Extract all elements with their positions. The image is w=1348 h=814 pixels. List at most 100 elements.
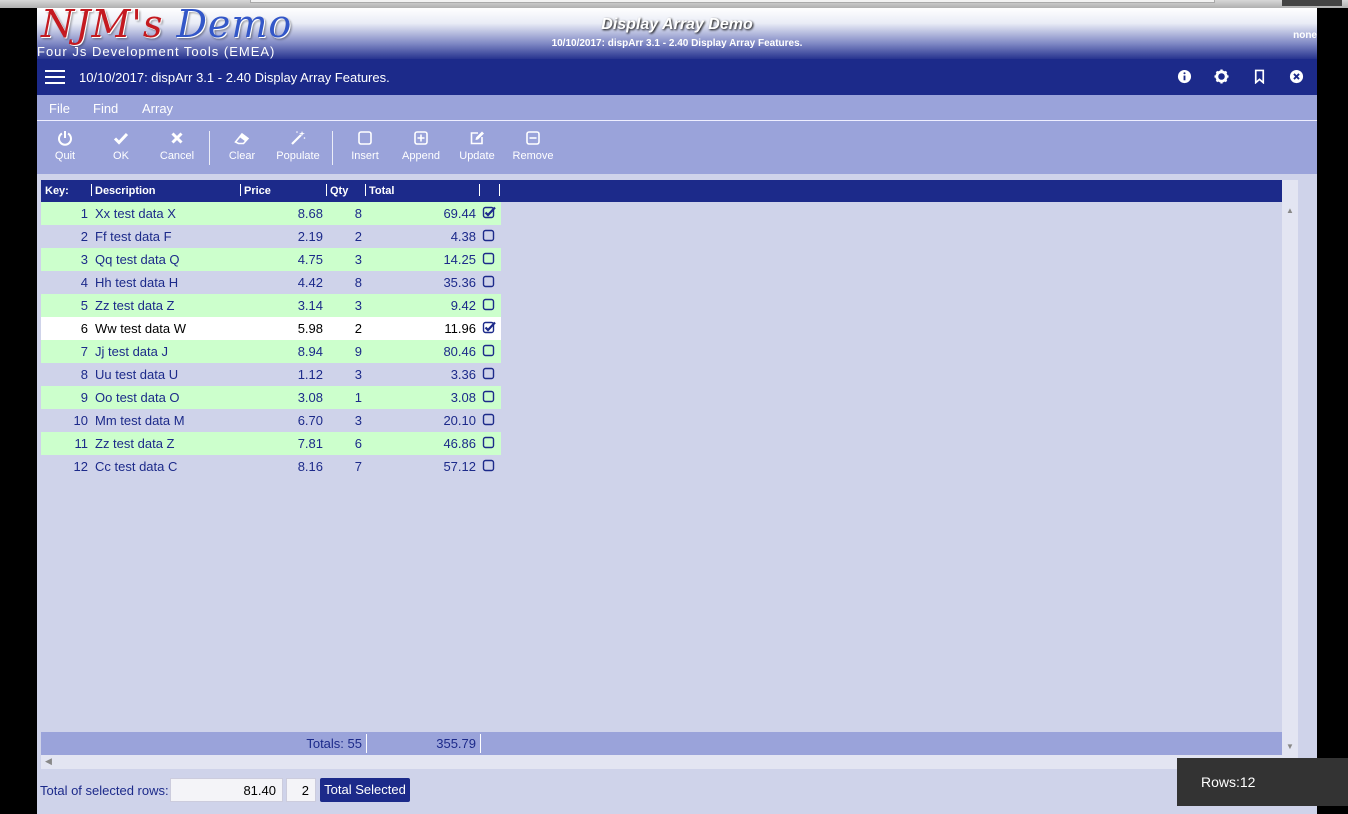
cancel-button[interactable]: Cancel [149, 130, 205, 162]
remove-button[interactable]: Remove [505, 130, 561, 162]
cell-total: 80.46 [443, 344, 476, 359]
table-row[interactable]: 4 Hh test data H 4.42 8 35.36 [41, 271, 501, 294]
gear-icon[interactable] [1214, 69, 1229, 84]
checkbox-icon[interactable] [482, 275, 496, 289]
close-icon[interactable] [1289, 69, 1304, 84]
column-separator[interactable] [365, 184, 366, 196]
cell-key: 5 [80, 298, 88, 313]
cell-price: 4.42 [297, 275, 323, 290]
checkbox-checked-icon[interactable] [482, 321, 496, 335]
table-row[interactable]: 1 Xx test data X 8.68 8 69.44 [41, 202, 501, 225]
table-row[interactable]: 12 Cc test data C 8.16 7 57.12 [41, 455, 501, 478]
ok-button[interactable]: OK [93, 130, 149, 162]
bookmark-icon[interactable] [1252, 69, 1267, 84]
scroll-left-arrow-icon[interactable]: ◀ [45, 756, 52, 767]
cell-qty: 8 [354, 275, 362, 290]
column-header-qty[interactable]: Qty [330, 185, 348, 197]
window-title: 10/10/2017: dispArr 3.1 - 2.40 Display A… [79, 70, 390, 85]
checkbox-icon[interactable] [482, 436, 496, 450]
cell-description: Qq test data Q [95, 252, 180, 267]
insert-label: Insert [351, 150, 379, 162]
plus-square-icon [393, 130, 449, 148]
column-separator[interactable] [479, 184, 480, 196]
total-selected-button[interactable]: Total Selected [320, 778, 410, 802]
table-row[interactable]: 8 Uu test data U 1.12 3 3.36 [41, 363, 501, 386]
checkbox-icon[interactable] [482, 459, 496, 473]
screen: NJM's Demo Four Js Development Tools (EM… [0, 0, 1348, 814]
table-row[interactable]: 5 Zz test data Z 3.14 3 9.42 [41, 294, 501, 317]
cell-key: 12 [73, 459, 88, 474]
table-row[interactable]: 9 Oo test data O 3.08 1 3.08 [41, 386, 501, 409]
info-icon[interactable] [1177, 69, 1192, 84]
column-separator[interactable] [499, 184, 500, 196]
cell-price: 4.75 [297, 252, 323, 267]
cell-qty: 2 [354, 229, 362, 244]
append-button[interactable]: Append [393, 130, 449, 162]
scroll-up-arrow-icon[interactable]: ▲ [1286, 206, 1294, 215]
checkbox-icon[interactable] [482, 413, 496, 427]
checkbox-icon[interactable] [482, 344, 496, 358]
display-array-table[interactable]: Key: Description Price Qty Total 1 Xx tes… [41, 180, 1298, 755]
cell-qty: 2 [354, 321, 362, 336]
column-header-key[interactable]: Key: [45, 185, 69, 197]
checkbox-icon[interactable] [482, 367, 496, 381]
checkbox-icon[interactable] [482, 229, 496, 243]
column-separator[interactable] [240, 184, 241, 196]
checkbox-checked-icon[interactable] [482, 206, 496, 220]
quit-button[interactable]: Quit [37, 130, 93, 162]
horizontal-scrollbar[interactable]: ◀ [41, 755, 1298, 769]
totals-amount: 355.79 [436, 736, 476, 751]
cell-description: Jj test data J [95, 344, 168, 359]
column-separator[interactable] [326, 184, 327, 196]
hamburger-menu-icon[interactable] [45, 70, 65, 84]
checkbox-icon[interactable] [482, 390, 496, 404]
cell-price: 7.81 [297, 436, 323, 451]
vertical-scrollbar[interactable]: ▲ ▼ [1282, 180, 1298, 755]
cell-description: Xx test data X [95, 206, 176, 221]
cell-total: 14.25 [443, 252, 476, 267]
totals-row: Totals: 55 355.79 [41, 732, 1282, 755]
menu-find[interactable]: Find [93, 101, 118, 116]
update-button[interactable]: Update [449, 130, 505, 162]
rows-count-toast: Rows:12 [1177, 758, 1348, 806]
cell-key: 8 [80, 367, 88, 382]
populate-label: Populate [276, 150, 320, 162]
cell-description: Ff test data F [95, 229, 172, 244]
cell-key: 4 [80, 275, 88, 290]
table-row[interactable]: 11 Zz test data Z 7.81 6 46.86 [41, 432, 501, 455]
brand-header: NJM's Demo Four Js Development Tools (EM… [37, 8, 1317, 59]
table-row[interactable]: 10 Mm test data M 6.70 3 20.10 [41, 409, 501, 432]
clear-button[interactable]: Clear [214, 130, 270, 162]
cell-key: 1 [80, 206, 88, 221]
column-header-total[interactable]: Total [369, 185, 394, 197]
cell-qty: 9 [354, 344, 362, 359]
menu-file[interactable]: File [49, 101, 70, 116]
table-row[interactable]: 2 Ff test data F 2.19 2 4.38 [41, 225, 501, 248]
cell-price: 8.68 [297, 206, 323, 221]
column-header-description[interactable]: Description [95, 185, 156, 197]
cell-qty: 3 [354, 298, 362, 313]
cell-total: 3.08 [450, 390, 476, 405]
table-row-current[interactable]: 6 Ww test data W 5.98 2 11.96 [41, 317, 501, 340]
column-separator[interactable] [91, 184, 92, 196]
append-label: Append [402, 150, 440, 162]
column-header-price[interactable]: Price [244, 185, 271, 197]
minus-square-icon [505, 130, 561, 148]
totals-qty-label: Totals: 55 [306, 736, 362, 751]
cell-key: 10 [73, 413, 88, 428]
checkbox-icon[interactable] [482, 298, 496, 312]
x-icon [149, 130, 205, 148]
browser-window-controls[interactable] [1282, 0, 1342, 6]
eraser-icon [214, 130, 270, 148]
populate-button[interactable]: Populate [270, 130, 326, 162]
table-row[interactable]: 7 Jj test data J 8.94 9 80.46 [41, 340, 501, 363]
table-row[interactable]: 3 Qq test data Q 4.75 3 14.25 [41, 248, 501, 271]
toolbar: Quit OK Cancel Clear Populate Insert App… [37, 121, 1317, 174]
checkbox-icon[interactable] [482, 252, 496, 266]
insert-button[interactable]: Insert [337, 130, 393, 162]
check-icon [93, 130, 149, 148]
user-label: none [1293, 30, 1317, 41]
table-body: 1 Xx test data X 8.68 8 69.44 2 Ff test data F… [41, 202, 501, 478]
menu-array[interactable]: Array [142, 101, 173, 116]
scroll-down-arrow-icon[interactable]: ▼ [1286, 742, 1294, 751]
